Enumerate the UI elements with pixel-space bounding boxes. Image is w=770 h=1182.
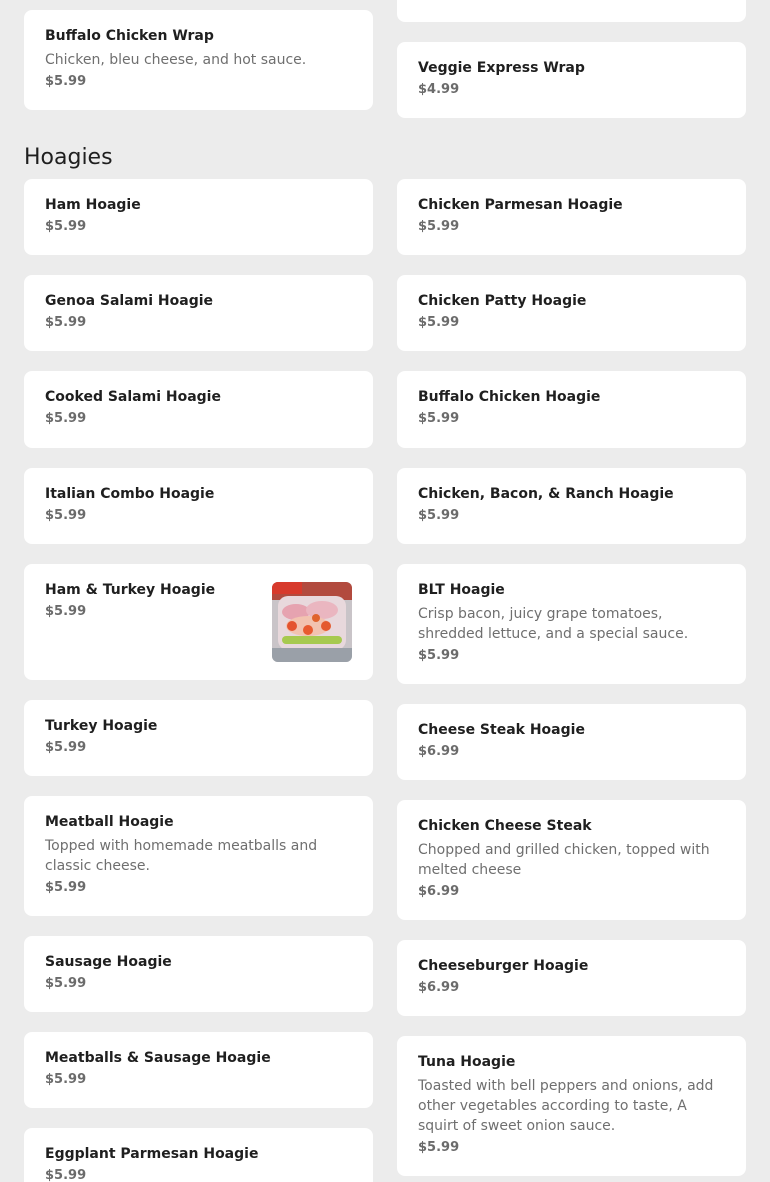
- item-name: Ham Hoagie: [45, 197, 141, 213]
- menu-item-card[interactable]: Cheeseburger Hoagie $6.99: [397, 940, 746, 1016]
- item-name: Cooked Salami Hoagie: [45, 389, 221, 405]
- item-price: $5.99: [45, 411, 87, 426]
- hoagie-photo: [272, 582, 352, 662]
- item-name: Chicken Patty Hoagie: [418, 293, 587, 309]
- item-price: $5.99: [418, 648, 460, 663]
- menu-item-card[interactable]: BLT Hoagie Crisp bacon, juicy grape toma…: [397, 564, 746, 684]
- item-price: $5.99: [45, 219, 87, 234]
- item-name: Italian Combo Hoagie: [45, 486, 215, 502]
- item-name: Meatballs & Sausage Hoagie: [45, 1050, 271, 1066]
- menu-item-card[interactable]: Chicken Patty Hoagie $5.99: [397, 275, 746, 351]
- item-description: Chicken, bleu cheese, and hot sauce.: [45, 52, 307, 68]
- menu-item-card[interactable]: Chicken, Bacon, & Ranch Hoagie $5.99: [397, 468, 746, 544]
- item-name: Ham & Turkey Hoagie: [45, 582, 216, 598]
- item-price: $5.99: [45, 1168, 87, 1182]
- menu-item-card[interactable]: Meatball Hoagie Topped with homemade mea…: [24, 796, 373, 916]
- item-price: $5.99: [45, 508, 87, 523]
- item-name: Cheese Steak Hoagie: [418, 722, 585, 738]
- menu-item-card-partial[interactable]: [397, 0, 746, 22]
- item-name: Chicken, Bacon, & Ranch Hoagie: [418, 486, 674, 502]
- menu-item-card[interactable]: Meatballs & Sausage Hoagie $5.99: [24, 1032, 373, 1108]
- item-name: Cheeseburger Hoagie: [418, 958, 589, 974]
- item-description: Chopped and grilled chicken, topped with…: [418, 842, 710, 878]
- item-name: Chicken Parmesan Hoagie: [418, 197, 623, 213]
- item-price: $6.99: [418, 980, 460, 995]
- item-price: $5.99: [45, 74, 87, 89]
- menu-item-card[interactable]: Cooked Salami Hoagie $5.99: [24, 371, 373, 448]
- item-name: Buffalo Chicken Hoagie: [418, 389, 601, 405]
- item-price: $5.99: [45, 740, 87, 755]
- menu-item-card[interactable]: Genoa Salami Hoagie $5.99: [24, 275, 373, 351]
- item-name: Buffalo Chicken Wrap: [45, 28, 214, 44]
- item-price: $5.99: [45, 315, 87, 330]
- item-price: $5.99: [45, 880, 87, 895]
- menu-item-card[interactable]: Cheese Steak Hoagie $6.99: [397, 704, 746, 780]
- item-price: $6.99: [418, 744, 460, 759]
- item-price: $4.99: [418, 82, 460, 97]
- menu-item-card[interactable]: Tuna Hoagie Toasted with bell peppers an…: [397, 1036, 746, 1176]
- menu-item-card[interactable]: Ham Hoagie $5.99: [24, 179, 373, 255]
- item-price: $5.99: [45, 1072, 87, 1087]
- item-name: Tuna Hoagie: [418, 1054, 516, 1070]
- menu-item-card[interactable]: Chicken Parmesan Hoagie $5.99: [397, 179, 746, 255]
- item-name: Meatball Hoagie: [45, 814, 174, 830]
- item-name: Genoa Salami Hoagie: [45, 293, 214, 309]
- item-price: $5.99: [418, 1140, 460, 1155]
- item-name: Chicken Cheese Steak: [418, 818, 592, 834]
- menu-item-card[interactable]: Chicken Cheese Steak Chopped and grilled…: [397, 800, 746, 920]
- item-name: Eggplant Parmesan Hoagie: [45, 1146, 259, 1162]
- item-name: BLT Hoagie: [418, 582, 505, 598]
- item-name: Veggie Express Wrap: [418, 60, 585, 76]
- item-price: $5.99: [418, 411, 460, 426]
- item-price: $5.99: [418, 315, 460, 330]
- item-price: $5.99: [418, 219, 460, 234]
- item-description: Crisp bacon, juicy grape tomatoes, shred…: [418, 606, 689, 642]
- item-price: $6.99: [418, 884, 460, 899]
- item-price: $5.99: [418, 508, 460, 523]
- item-name: Sausage Hoagie: [45, 954, 172, 970]
- item-name: Turkey Hoagie: [45, 718, 158, 734]
- menu-item-card-buffalo-chicken-wrap[interactable]: Buffalo Chicken Wrap Chicken, bleu chees…: [24, 10, 373, 110]
- item-description: Topped with homemade meatballs and class…: [45, 838, 318, 874]
- menu-item-card[interactable]: Ham & Turkey Hoagie $5.99: [24, 564, 373, 680]
- menu-item-card[interactable]: Turkey Hoagie $5.99: [24, 700, 373, 776]
- item-description: Toasted with bell peppers and onions, ad…: [418, 1078, 714, 1134]
- menu-item-card[interactable]: Buffalo Chicken Hoagie $5.99: [397, 371, 746, 448]
- menu-item-card[interactable]: Sausage Hoagie $5.99: [24, 936, 373, 1012]
- section-title: Hoagies: [24, 145, 113, 170]
- item-price: $5.99: [45, 976, 87, 991]
- menu-item-card-veggie-express-wrap[interactable]: Veggie Express Wrap $4.99: [397, 42, 746, 118]
- menu-item-card[interactable]: Eggplant Parmesan Hoagie $5.99: [24, 1128, 373, 1182]
- item-price: $5.99: [45, 604, 87, 619]
- menu-item-card[interactable]: Italian Combo Hoagie $5.99: [24, 468, 373, 544]
